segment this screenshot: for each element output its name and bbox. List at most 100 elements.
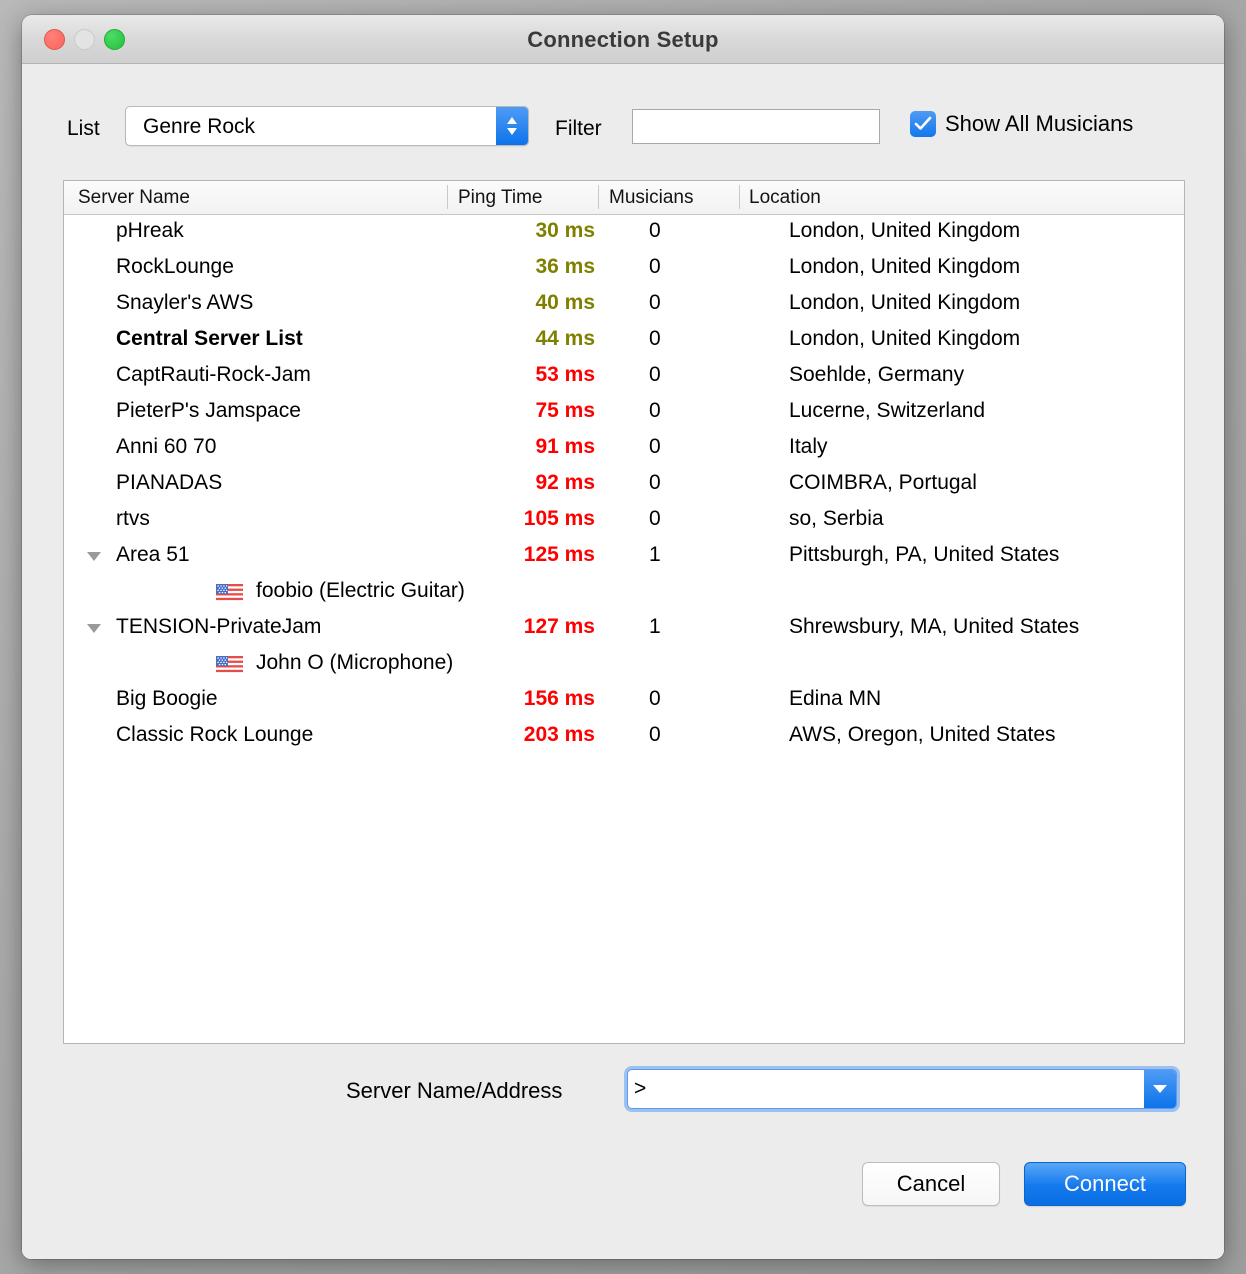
server-row[interactable]: Area 51 125 ms 1 Pittsburgh, PA, United Sta… bbox=[64, 539, 1184, 575]
column-divider[interactable] bbox=[447, 185, 448, 209]
connection-setup-window: Connection Setup List Genre Rock Filter bbox=[22, 15, 1224, 1259]
server-list[interactable]: Server Name Ping Time Musicians Location… bbox=[63, 180, 1185, 1044]
server-name-cell: PieterP's Jamspace bbox=[116, 399, 301, 422]
musician-name: foobio (Electric Guitar) bbox=[256, 579, 465, 602]
show-all-musicians-label: Show All Musicians bbox=[945, 111, 1134, 136]
server-name-cell: Big Boogie bbox=[116, 687, 218, 710]
server-name-cell: pHreak bbox=[116, 219, 184, 242]
ping-time-cell: 44 ms bbox=[535, 327, 595, 350]
cancel-button[interactable]: Cancel bbox=[862, 1162, 1000, 1206]
musician-row[interactable]: foobio (Electric Guitar) bbox=[64, 575, 1184, 611]
ping-time-cell: 36 ms bbox=[535, 255, 595, 278]
ping-time-cell: 156 ms bbox=[523, 687, 595, 710]
us-flag-icon bbox=[216, 656, 243, 674]
column-header-location[interactable]: Location bbox=[749, 187, 821, 209]
musicians-count-cell: 0 bbox=[649, 435, 661, 458]
server-address-row: Server Name/Address bbox=[22, 1069, 1224, 1113]
list-dropdown-value: Genre Rock bbox=[143, 115, 256, 138]
server-row[interactable]: Central Server List 44 ms 0 London, United … bbox=[64, 323, 1184, 359]
server-name-cell: Area 51 bbox=[116, 543, 190, 566]
disclosure-triangle-icon[interactable] bbox=[87, 624, 101, 633]
server-row[interactable]: TENSION-PrivateJam 127 ms 1 Shrewsbury, MA,… bbox=[64, 611, 1184, 647]
server-row[interactable]: pHreak 30 ms 0 London, United Kingdom bbox=[64, 215, 1184, 251]
location-cell: London, United Kingdom bbox=[789, 219, 1021, 242]
server-address-input[interactable] bbox=[628, 1070, 1122, 1108]
chevron-updown-icon[interactable] bbox=[496, 107, 528, 145]
server-name-cell: CaptRauti-Rock-Jam bbox=[116, 363, 311, 386]
show-all-musicians-checkbox[interactable]: Show All Musicians bbox=[910, 111, 1133, 137]
server-row[interactable]: PIANADAS 92 ms 0 COIMBRA, Portugal bbox=[64, 467, 1184, 503]
musicians-count-cell: 1 bbox=[649, 543, 661, 566]
location-cell: London, United Kingdom bbox=[789, 291, 1021, 314]
location-cell: Edina MN bbox=[789, 687, 882, 710]
ping-time-cell: 203 ms bbox=[523, 723, 595, 746]
chevron-down-icon[interactable] bbox=[1144, 1070, 1176, 1108]
location-cell: COIMBRA, Portugal bbox=[789, 471, 977, 494]
server-row[interactable]: RockLounge 36 ms 0 London, United Kingdom bbox=[64, 251, 1184, 287]
musicians-count-cell: 0 bbox=[649, 255, 661, 278]
server-row[interactable]: CaptRauti-Rock-Jam 53 ms 0 Soehlde, Germany bbox=[64, 359, 1184, 395]
server-row[interactable]: rtvs 105 ms 0 so, Serbia bbox=[64, 503, 1184, 539]
musicians-count-cell: 0 bbox=[649, 471, 661, 494]
ping-time-cell: 91 ms bbox=[535, 435, 595, 458]
list-dropdown[interactable]: Genre Rock bbox=[125, 106, 529, 146]
server-name-cell: PIANADAS bbox=[116, 471, 223, 494]
column-divider[interactable] bbox=[739, 185, 740, 209]
dialog-content: List Genre Rock Filter Show All Musician… bbox=[22, 64, 1224, 1259]
ping-time-cell: 75 ms bbox=[535, 399, 595, 422]
server-name-cell: Anni 60 70 bbox=[116, 435, 217, 458]
musicians-count-cell: 0 bbox=[649, 507, 661, 530]
musicians-count-cell: 0 bbox=[649, 363, 661, 386]
server-row[interactable]: Anni 60 70 91 ms 0 Italy bbox=[64, 431, 1184, 467]
ping-time-cell: 125 ms bbox=[523, 543, 595, 566]
musicians-count-cell: 0 bbox=[649, 723, 661, 746]
filter-label: Filter bbox=[555, 117, 602, 140]
musician-name: John O (Microphone) bbox=[256, 651, 454, 674]
ping-time-cell: 40 ms bbox=[535, 291, 595, 314]
top-toolbar: List Genre Rock Filter Show All Musician… bbox=[22, 106, 1224, 156]
musicians-count-cell: 1 bbox=[649, 615, 661, 638]
server-name-cell: Snayler's AWS bbox=[116, 291, 254, 314]
musicians-count-cell: 0 bbox=[649, 219, 661, 242]
location-cell: London, United Kingdom bbox=[789, 255, 1021, 278]
server-address-combobox[interactable] bbox=[627, 1069, 1177, 1109]
musicians-count-cell: 0 bbox=[649, 399, 661, 422]
musicians-count-cell: 0 bbox=[649, 291, 661, 314]
connect-button[interactable]: Connect bbox=[1024, 1162, 1186, 1206]
server-row[interactable]: Classic Rock Lounge 203 ms 0 AWS, Oregon, U… bbox=[64, 719, 1184, 755]
server-name-cell: TENSION-PrivateJam bbox=[116, 615, 322, 638]
us-flag-icon bbox=[216, 584, 243, 602]
server-name-cell: rtvs bbox=[116, 507, 150, 530]
title-bar: Connection Setup bbox=[22, 15, 1224, 64]
location-cell: so, Serbia bbox=[789, 507, 884, 530]
checkbox-checked-icon[interactable] bbox=[910, 111, 936, 137]
ping-time-cell: 30 ms bbox=[535, 219, 595, 242]
ping-time-cell: 92 ms bbox=[535, 471, 595, 494]
musicians-count-cell: 0 bbox=[649, 687, 661, 710]
filter-input[interactable] bbox=[632, 109, 880, 144]
ping-time-cell: 127 ms bbox=[523, 615, 595, 638]
column-header-server-name[interactable]: Server Name bbox=[78, 187, 190, 209]
location-cell: Pittsburgh, PA, United States bbox=[789, 543, 1060, 566]
column-header-ping-time[interactable]: Ping Time bbox=[458, 187, 542, 209]
location-cell: Shrewsbury, MA, United States bbox=[789, 615, 1080, 638]
server-name-cell: Classic Rock Lounge bbox=[116, 723, 314, 746]
disclosure-triangle-icon[interactable] bbox=[87, 552, 101, 561]
server-row[interactable]: PieterP's Jamspace 75 ms 0 Lucerne, Switzer… bbox=[64, 395, 1184, 431]
column-header-musicians[interactable]: Musicians bbox=[609, 187, 693, 209]
musician-row[interactable]: John O (Microphone) bbox=[64, 647, 1184, 683]
server-row[interactable]: Big Boogie 156 ms 0 Edina MN bbox=[64, 683, 1184, 719]
location-cell: Soehlde, Germany bbox=[789, 363, 965, 386]
location-cell: London, United Kingdom bbox=[789, 327, 1021, 350]
column-divider[interactable] bbox=[598, 185, 599, 209]
ping-time-cell: 105 ms bbox=[523, 507, 595, 530]
musicians-count-cell: 0 bbox=[649, 327, 661, 350]
server-list-header: Server Name Ping Time Musicians Location bbox=[64, 181, 1184, 215]
ping-time-cell: 53 ms bbox=[535, 363, 595, 386]
window-title: Connection Setup bbox=[527, 27, 719, 52]
location-cell: AWS, Oregon, United States bbox=[789, 723, 1056, 746]
location-cell: Lucerne, Switzerland bbox=[789, 399, 986, 422]
server-name-cell: Central Server List bbox=[116, 327, 303, 350]
server-name-cell: RockLounge bbox=[116, 255, 234, 278]
server-row[interactable]: Snayler's AWS 40 ms 0 London, United Kingdo… bbox=[64, 287, 1184, 323]
